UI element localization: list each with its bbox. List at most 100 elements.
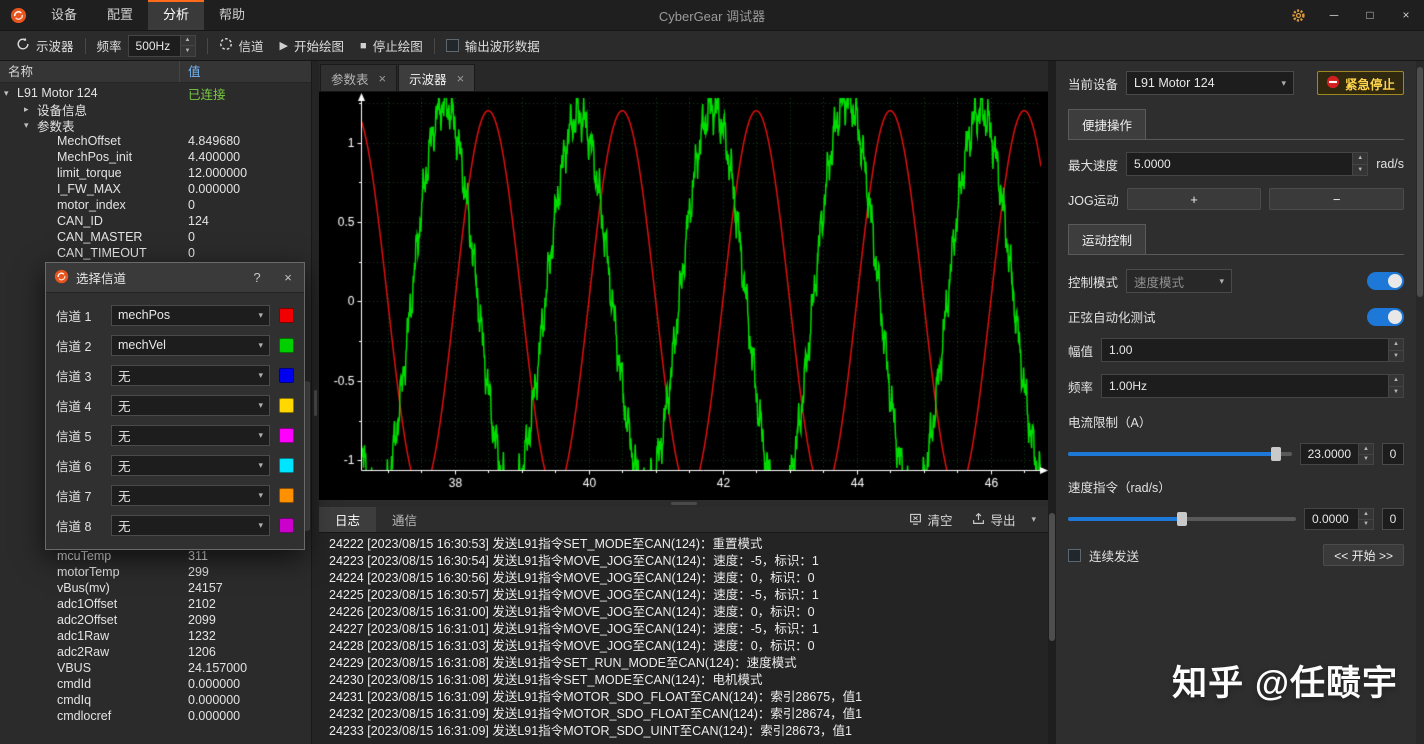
- output-wave-checkbox[interactable]: [445, 39, 459, 52]
- dialog-help-button[interactable]: ?: [245, 266, 269, 290]
- spin-down-icon[interactable]: ▼: [1359, 519, 1373, 529]
- jog-plus-button[interactable]: +: [1126, 188, 1262, 210]
- stop-plot-button[interactable]: ■ 停止绘图: [352, 31, 431, 60]
- tree-expander-icon[interactable]: [24, 120, 37, 131]
- spin-up-icon[interactable]: ▲: [1389, 339, 1403, 351]
- spin-down-icon[interactable]: ▼: [180, 46, 195, 56]
- control-mode-toggle[interactable]: [1367, 272, 1404, 290]
- emergency-stop-button[interactable]: 紧急停止: [1316, 71, 1404, 95]
- tree-row[interactable]: adc1Offset 2102: [0, 596, 311, 612]
- spin-down-icon[interactable]: ▼: [1389, 386, 1403, 397]
- channel-select[interactable]: mechVel ▾: [111, 334, 270, 356]
- tree-row[interactable]: 参数表: [0, 117, 311, 134]
- current-limit-slider[interactable]: [1068, 447, 1292, 461]
- spin-arrows[interactable]: ▲ ▼: [1388, 375, 1403, 397]
- tree-row[interactable]: cmdlocref 0.000000: [0, 708, 311, 724]
- view-tab[interactable]: 参数表 ×: [320, 64, 398, 91]
- jog-minus-button[interactable]: −: [1269, 188, 1405, 210]
- start-test-button[interactable]: << 开始 >>: [1323, 544, 1404, 566]
- tab-close-icon[interactable]: ×: [457, 72, 465, 85]
- horizontal-splitter[interactable]: [319, 500, 1048, 507]
- dialog-close-button[interactable]: ×: [276, 266, 300, 290]
- spin-up-icon[interactable]: ▲: [180, 35, 195, 46]
- tab-motion-control[interactable]: 运动控制: [1068, 224, 1147, 254]
- speed-cmd-slider[interactable]: [1068, 512, 1296, 526]
- spin-arrows[interactable]: ▲ ▼: [179, 35, 195, 56]
- menu-item[interactable]: 分析: [148, 0, 205, 30]
- channel-select[interactable]: 无 ▾: [111, 424, 270, 446]
- device-select[interactable]: L91 Motor 124 ▾: [1126, 71, 1295, 95]
- menu-item[interactable]: 配置: [92, 0, 148, 30]
- amplitude-spinbox[interactable]: 1.00 ▲ ▼: [1101, 338, 1404, 362]
- export-dropdown-caret-icon[interactable]: ▾: [1027, 514, 1040, 525]
- menu-item[interactable]: 帮助: [204, 0, 260, 30]
- spin-down-icon[interactable]: ▼: [1389, 350, 1403, 361]
- log-tab[interactable]: 通信: [376, 507, 433, 532]
- continuous-send-checkbox[interactable]: [1068, 548, 1081, 562]
- tree-row[interactable]: motor_index 0: [0, 197, 311, 213]
- spin-arrows[interactable]: ▲ ▼: [1358, 509, 1373, 529]
- sine-test-toggle[interactable]: [1367, 307, 1404, 326]
- minimize-button[interactable]: ─: [1316, 0, 1352, 30]
- tree-row[interactable]: adc1Raw 1232: [0, 628, 311, 644]
- tree-row[interactable]: MechPos_init 4.400000: [0, 149, 311, 165]
- slider-handle[interactable]: [1270, 447, 1281, 461]
- log-body[interactable]: 24222 [2023/08/15 16:30:53] 发送L91指令SET_M…: [319, 533, 1048, 744]
- tab-quick-actions[interactable]: 便捷操作: [1068, 109, 1147, 139]
- speed-cmd-aux[interactable]: 0: [1382, 508, 1404, 530]
- right-scrollbar[interactable]: [1416, 61, 1424, 744]
- oscilloscope-plot[interactable]: [319, 92, 1048, 500]
- view-tab[interactable]: 示波器 ×: [398, 64, 476, 91]
- tree-column-name[interactable]: 名称: [0, 61, 180, 82]
- channel-button[interactable]: 信道: [211, 31, 272, 60]
- spin-down-icon[interactable]: ▼: [1353, 164, 1368, 175]
- sine-frequency-spinbox[interactable]: 1.00Hz ▲ ▼: [1101, 374, 1404, 398]
- spin-up-icon[interactable]: ▲: [1353, 153, 1368, 165]
- spin-down-icon[interactable]: ▼: [1359, 454, 1373, 464]
- settings-gear-icon[interactable]: [1280, 0, 1316, 30]
- channel-select[interactable]: 无 ▾: [111, 394, 270, 416]
- control-mode-select[interactable]: 速度模式 ▾: [1126, 269, 1233, 293]
- tab-close-icon[interactable]: ×: [379, 72, 387, 85]
- channel-select[interactable]: 无 ▾: [111, 364, 270, 386]
- tree-row[interactable]: cmdId 0.000000: [0, 676, 311, 692]
- tree-row[interactable]: cmdIq 0.000000: [0, 692, 311, 708]
- tree-row[interactable]: VBUS 24.157000: [0, 660, 311, 676]
- spin-up-icon[interactable]: ▲: [1359, 509, 1373, 520]
- speed-cmd-spinbox[interactable]: 0.0000 ▲ ▼: [1304, 508, 1374, 530]
- center-scrollbar[interactable]: [1048, 61, 1056, 744]
- tree-row[interactable]: I_FW_MAX 0.000000: [0, 181, 311, 197]
- tree-expander-icon[interactable]: [24, 104, 37, 115]
- log-tab[interactable]: 日志: [319, 507, 377, 532]
- max-speed-spinbox[interactable]: 5.0000 ▲ ▼: [1126, 152, 1369, 176]
- spin-arrows[interactable]: ▲ ▼: [1352, 153, 1368, 175]
- center-scrollbar-thumb[interactable]: [1049, 513, 1055, 641]
- tree-row[interactable]: CAN_TIMEOUT 0: [0, 245, 311, 261]
- tree-row[interactable]: CAN_ID 124: [0, 213, 311, 229]
- channel-select[interactable]: 无 ▾: [111, 454, 270, 476]
- spin-up-icon[interactable]: ▲: [1389, 375, 1403, 387]
- tree-row[interactable]: adc2Offset 2099: [0, 612, 311, 628]
- vertical-splitter[interactable]: [312, 61, 319, 744]
- channel-select[interactable]: 无 ▾: [111, 514, 270, 536]
- tree-row[interactable]: motorTemp 299: [0, 564, 311, 580]
- dialog-titlebar[interactable]: 选择信道 ? ×: [46, 263, 304, 293]
- export-log-button[interactable]: 导出: [964, 508, 1023, 531]
- tree-row[interactable]: mcuTemp 311: [0, 548, 311, 564]
- tree-row[interactable]: MechOffset 4.849680: [0, 133, 311, 149]
- close-button[interactable]: ×: [1388, 0, 1424, 30]
- tree-column-value[interactable]: 值: [180, 61, 311, 82]
- scope-canvas[interactable]: [319, 92, 1048, 500]
- spin-up-icon[interactable]: ▲: [1359, 444, 1373, 455]
- channel-select[interactable]: 无 ▾: [111, 484, 270, 506]
- spin-arrows[interactable]: ▲ ▼: [1388, 339, 1403, 361]
- slider-handle[interactable]: [1177, 512, 1187, 526]
- tree-row[interactable]: limit_torque 12.000000: [0, 165, 311, 181]
- tree-row[interactable]: CAN_MASTER 0: [0, 229, 311, 245]
- clear-log-button[interactable]: 清空: [901, 508, 960, 531]
- frequency-spinbox[interactable]: 500Hz ▲ ▼: [127, 34, 196, 57]
- oscilloscope-toolbar-button[interactable]: 示波器: [8, 31, 82, 60]
- maximize-button[interactable]: □: [1352, 0, 1388, 30]
- start-plot-button[interactable]: ▶ 开始绘图: [272, 31, 352, 60]
- spin-arrows[interactable]: ▲ ▼: [1358, 444, 1373, 464]
